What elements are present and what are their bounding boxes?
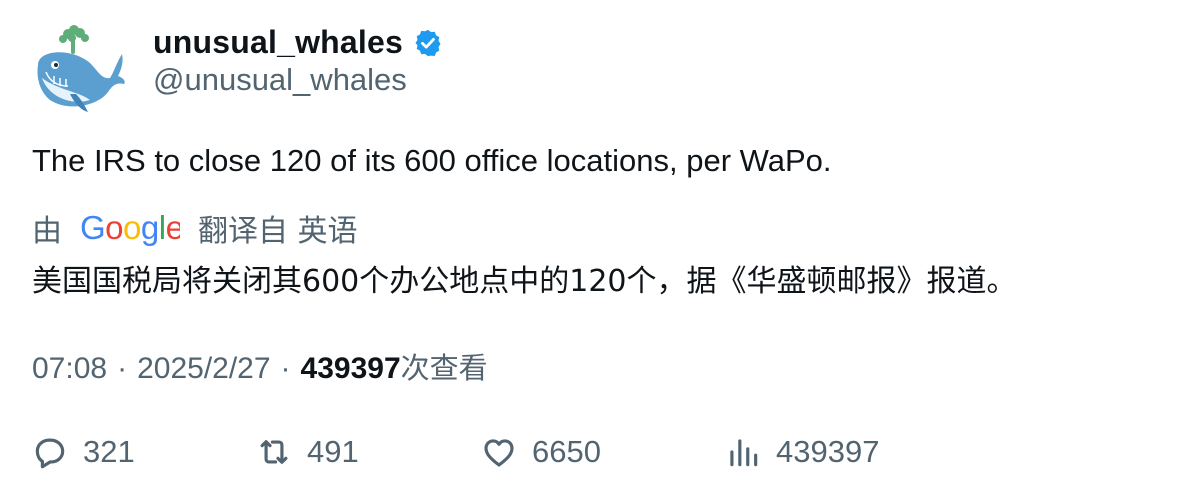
retweet-button[interactable]: 491 <box>255 430 359 474</box>
tweet-time[interactable]: 07:08 <box>32 352 107 386</box>
tweet-meta: 07:08 · 2025/2/27 · 439397 次查看 <box>32 345 488 387</box>
meta-separator: · <box>117 352 128 385</box>
action-bar: 321 491 6650 439397 <box>0 430 1196 474</box>
retweet-count: 491 <box>307 434 359 469</box>
views-button[interactable]: 439397 <box>724 430 879 474</box>
heart-icon <box>484 439 514 467</box>
google-logo-icon: Google <box>80 210 180 246</box>
verified-badge-icon <box>415 29 441 57</box>
tweet-text: The IRS to close 120 of its 600 office l… <box>32 143 832 178</box>
translated-from-label[interactable]: 翻译自 英语 <box>198 206 358 250</box>
views-label: 次查看 <box>400 351 488 385</box>
whale-logo-icon <box>37 25 125 112</box>
views-action-count: 439397 <box>776 434 880 469</box>
author-handle[interactable]: @unusual_whales <box>153 62 407 98</box>
display-name[interactable]: unusual_whales <box>153 24 403 61</box>
meta-separator: · <box>280 352 291 385</box>
svg-text:Google: Google <box>80 210 180 246</box>
reply-button[interactable]: 321 <box>31 430 135 474</box>
retweet-icon <box>260 440 288 464</box>
translated-by-label: 由 <box>32 214 62 249</box>
author-name-row: unusual_whales <box>153 22 443 62</box>
like-button[interactable]: 6650 <box>480 430 601 474</box>
reply-icon <box>35 438 65 469</box>
translated-text: 美国国税局将关闭其600个办公地点中的120个，据《华盛顿邮报》报道。 <box>32 264 1017 299</box>
analytics-icon <box>730 439 758 467</box>
reply-count: 321 <box>83 434 135 469</box>
like-count: 6650 <box>532 434 601 469</box>
avatar[interactable] <box>28 20 128 120</box>
tweet-date[interactable]: 2025/2/27 <box>137 352 270 386</box>
tweet-card: unusual_whales @unusual_whales The IRS t… <box>0 0 1196 498</box>
views-count: 439397 <box>300 352 401 385</box>
translation-attribution: 由 Google 翻译自 英语 <box>32 206 358 250</box>
